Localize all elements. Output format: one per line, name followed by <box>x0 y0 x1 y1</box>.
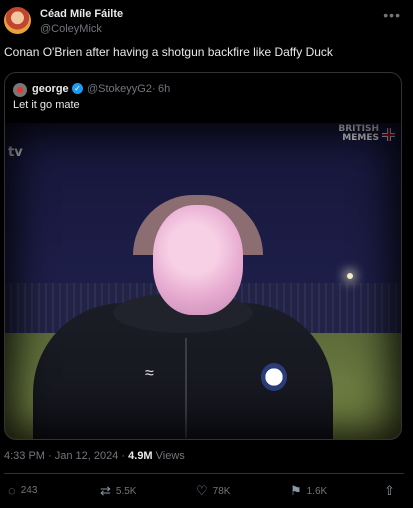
repost-icon: ⇄ <box>100 483 111 498</box>
bookmark-button[interactable]: ⚑ 1.6K <box>290 483 327 499</box>
quote-separator: · <box>152 83 156 95</box>
tweet-timestamp[interactable]: 4:33 PM · Jan 12, 2024 · <box>4 450 128 462</box>
more-icon[interactable]: ••• <box>383 7 401 23</box>
author-avatar[interactable] <box>4 7 31 34</box>
quote-display-name[interactable]: george <box>32 83 69 95</box>
share-icon: ⇧ <box>384 483 395 498</box>
quote-handle[interactable]: @StokeyyG2 <box>87 83 152 95</box>
quote-time[interactable]: 6h <box>158 83 170 95</box>
tweet[interactable]: Céad Míle Fáilte @ColeyMick ••• Conan O'… <box>0 0 413 508</box>
media-vignette <box>5 123 401 439</box>
quote-media-image[interactable]: tv BRITISH MEMES ≈ <box>5 123 401 439</box>
verified-icon: ✓ <box>72 83 83 94</box>
bookmark-icon: ⚑ <box>290 483 302 498</box>
action-bar: ◌ 243 ⇄ 5.5K ♡ 78K ⚑ 1.6K ⇧ <box>0 483 413 501</box>
repost-button[interactable]: ⇄ 5.5K <box>100 483 136 499</box>
like-button[interactable]: ♡ 78K <box>196 483 230 499</box>
like-icon: ♡ <box>196 483 208 498</box>
views-count[interactable]: 4.9M <box>128 450 152 462</box>
tweet-text: Conan O'Brien after having a shotgun bac… <box>4 45 333 59</box>
share-button[interactable]: ⇧ <box>384 483 400 499</box>
quoted-tweet[interactable]: george ✓ @StokeyyG2 · 6h Let it go mate … <box>4 72 402 440</box>
author-display-name[interactable]: Céad Míle Fáilte <box>40 8 123 20</box>
quote-text: Let it go mate <box>13 99 80 111</box>
reply-button[interactable]: ◌ 243 <box>8 483 37 498</box>
author-handle[interactable]: @ColeyMick <box>40 23 123 35</box>
reply-icon: ◌ <box>8 483 16 498</box>
reply-count: 243 <box>20 485 38 496</box>
repost-count: 5.5K <box>115 485 137 497</box>
divider <box>4 473 404 474</box>
quote-avatar[interactable] <box>13 83 27 97</box>
like-count: 78K <box>212 485 231 497</box>
tweet-meta: 4:33 PM · Jan 12, 2024 · 4.9M Views <box>4 450 185 462</box>
author-info[interactable]: Céad Míle Fáilte @ColeyMick <box>40 8 123 35</box>
views-label: Views <box>152 450 185 462</box>
bookmark-count: 1.6K <box>306 485 328 497</box>
